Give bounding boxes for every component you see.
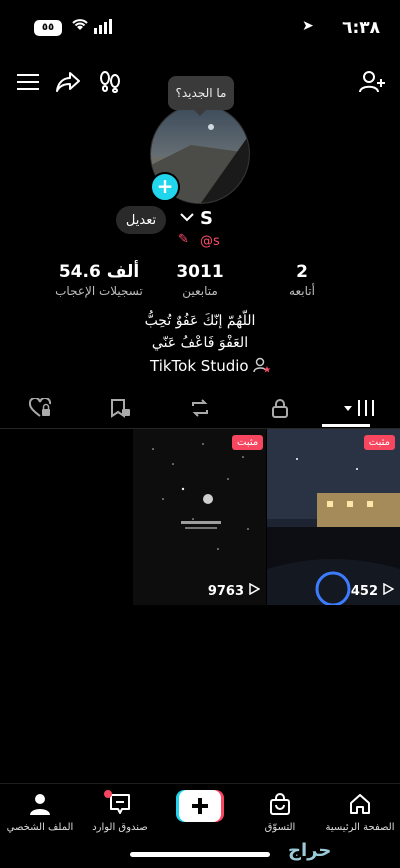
share-icon[interactable] [50, 64, 86, 100]
view-count-value: 9763 [207, 583, 244, 599]
grid-icon [342, 398, 378, 423]
tiktok-studio-link[interactable]: TikTok Studio [150, 357, 271, 375]
profile-name: S [200, 208, 213, 229]
play-icon [382, 582, 395, 599]
view-count-value: 452 [350, 583, 378, 599]
plus-icon [176, 790, 224, 826]
nav-label: الملف الشخصي [6, 822, 74, 833]
status-time: ٦:٣٨ [342, 18, 380, 38]
notification-dot [104, 790, 112, 798]
wifi-icon [70, 16, 90, 36]
watermark: حراج [288, 840, 332, 861]
home-icon [348, 794, 372, 820]
stat-following[interactable]: 2 أتابعه [252, 262, 352, 298]
stat-label: تسجيلات الإعجاب [55, 284, 143, 298]
studio-label: TikTok Studio [150, 357, 249, 375]
nav-label: صندوق الوارد [92, 822, 148, 833]
nav-inbox[interactable]: صندوق الوارد [80, 790, 160, 833]
video-thumbnail[interactable]: مثبت 452 [267, 429, 400, 605]
view-count: 9763 [207, 582, 261, 599]
person-icon [28, 794, 52, 820]
heart-lock-icon [28, 396, 52, 423]
stat-value: 3011 [176, 262, 224, 282]
bio: اللّهُمّ إنّكَ عَفُوٌ تُحِبُّ العَفْوَ ف… [0, 310, 400, 354]
lock-icon [271, 398, 289, 423]
stat-followers[interactable]: 3011 متابعين [150, 262, 250, 298]
stat-value: 2 [296, 262, 308, 282]
pinned-badge: مثبت [232, 435, 264, 450]
bookmark-lock-icon [109, 398, 131, 423]
battery-icon: ٥٥ [34, 20, 62, 36]
nav-shop[interactable]: التسوّق [240, 792, 320, 833]
bio-line: العَفْوَ فَاعْفُ عَنّي [151, 335, 249, 351]
repost-icon [189, 398, 211, 423]
bio-line: اللّهُمّ إنّكَ عَفُوٌ تُحِبُّ [144, 313, 256, 329]
nav-profile[interactable]: الملف الشخصي [0, 792, 80, 833]
nav-label: الصفحة الرئيسية [325, 822, 395, 833]
tab-liked[interactable] [10, 395, 70, 425]
tab-videos[interactable] [330, 395, 390, 425]
nav-home[interactable]: الصفحة الرئيسية [320, 792, 400, 833]
person-star-icon [253, 357, 271, 375]
add-friend-icon[interactable] [354, 64, 390, 100]
stat-label: متابعين [182, 284, 218, 298]
home-indicator [130, 852, 270, 857]
active-tab-indicator [322, 424, 370, 427]
play-icon [248, 582, 261, 599]
shopping-bag-icon [268, 793, 292, 820]
tab-private[interactable] [250, 395, 310, 425]
pencil-icon[interactable]: ✎ [178, 232, 189, 247]
edit-profile-button[interactable]: تعديل [116, 206, 166, 234]
video-thumbnail[interactable]: 9763 [133, 429, 266, 605]
profile-handle: @s [200, 234, 220, 249]
location-arrow-icon: ➤ [302, 18, 314, 34]
menu-icon[interactable] [10, 64, 46, 100]
stat-value: 54.6 ألف [58, 262, 140, 282]
signal-icon [94, 18, 114, 34]
whats-new-bubble[interactable]: ما الجديد؟ [168, 76, 234, 116]
tab-favorites[interactable] [90, 395, 150, 425]
add-story-plus-icon[interactable]: + [150, 172, 180, 202]
create-button[interactable] [160, 790, 240, 826]
stat-label: أتابعه [289, 284, 315, 298]
inbox-icon [104, 790, 132, 820]
nav-label: التسوّق [264, 822, 296, 833]
pinned-badge: مثبت [363, 435, 395, 450]
status-bar: ٦:٣٨ ➤ ٥٥ [0, 0, 400, 56]
profile-tabs [0, 392, 400, 428]
chevron-down-icon[interactable] [180, 210, 194, 226]
footprints-icon[interactable] [92, 64, 128, 100]
view-count: 452 [350, 582, 395, 599]
stat-likes[interactable]: 54.6 ألف تسجيلات الإعجاب [44, 262, 154, 298]
tab-reposts[interactable] [170, 395, 230, 425]
